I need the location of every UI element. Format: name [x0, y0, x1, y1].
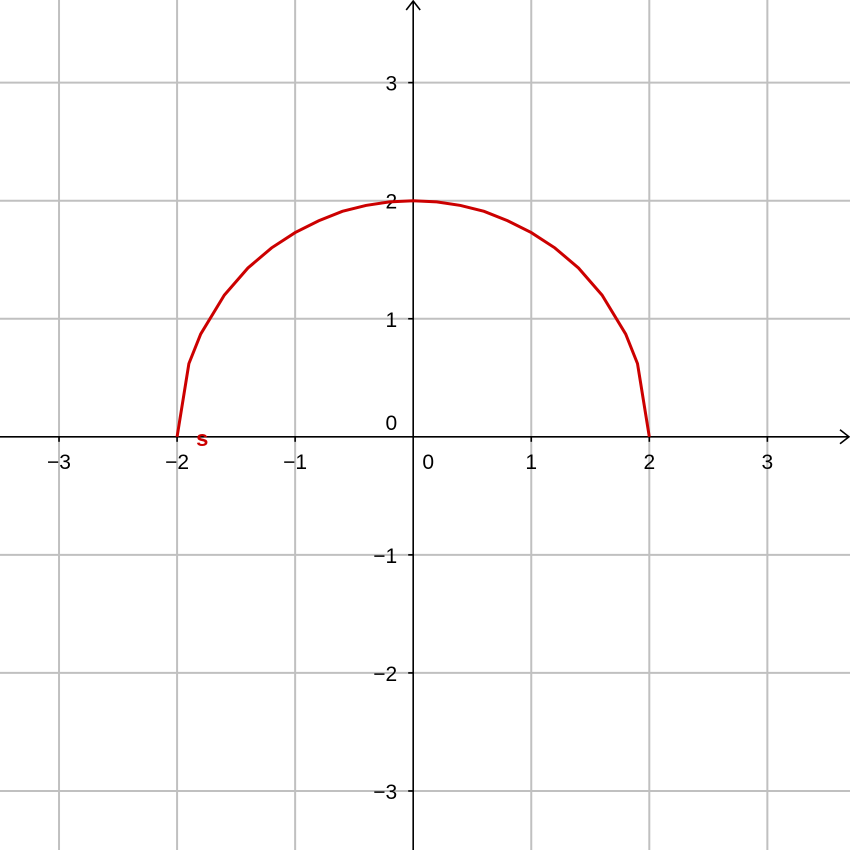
- y-tick-label: −3: [373, 781, 397, 804]
- y-tick-label: 3: [386, 73, 398, 96]
- x-tick-label: 0: [422, 451, 434, 474]
- grid: [0, 0, 850, 850]
- x-tick-label: −2: [165, 451, 189, 474]
- series-label: s: [196, 426, 208, 451]
- y-tick-label: −1: [373, 545, 397, 568]
- y-tick-label: 0: [386, 412, 398, 435]
- y-tick-label: −2: [373, 663, 397, 686]
- axes: [0, 0, 850, 850]
- x-tick-label: 2: [643, 451, 655, 474]
- x-tick-label: −1: [283, 451, 307, 474]
- y-tick-label: 1: [386, 309, 398, 332]
- x-tick-label: 3: [762, 451, 774, 474]
- coordinate-plot: −3 −2 −1 0 1 2 3−3−2−10123 s: [0, 0, 850, 850]
- ticks: −3 −2 −1 0 1 2 3−3−2−10123: [47, 73, 773, 804]
- x-tick-label: 1: [525, 451, 537, 474]
- x-tick-label: −3: [47, 451, 71, 474]
